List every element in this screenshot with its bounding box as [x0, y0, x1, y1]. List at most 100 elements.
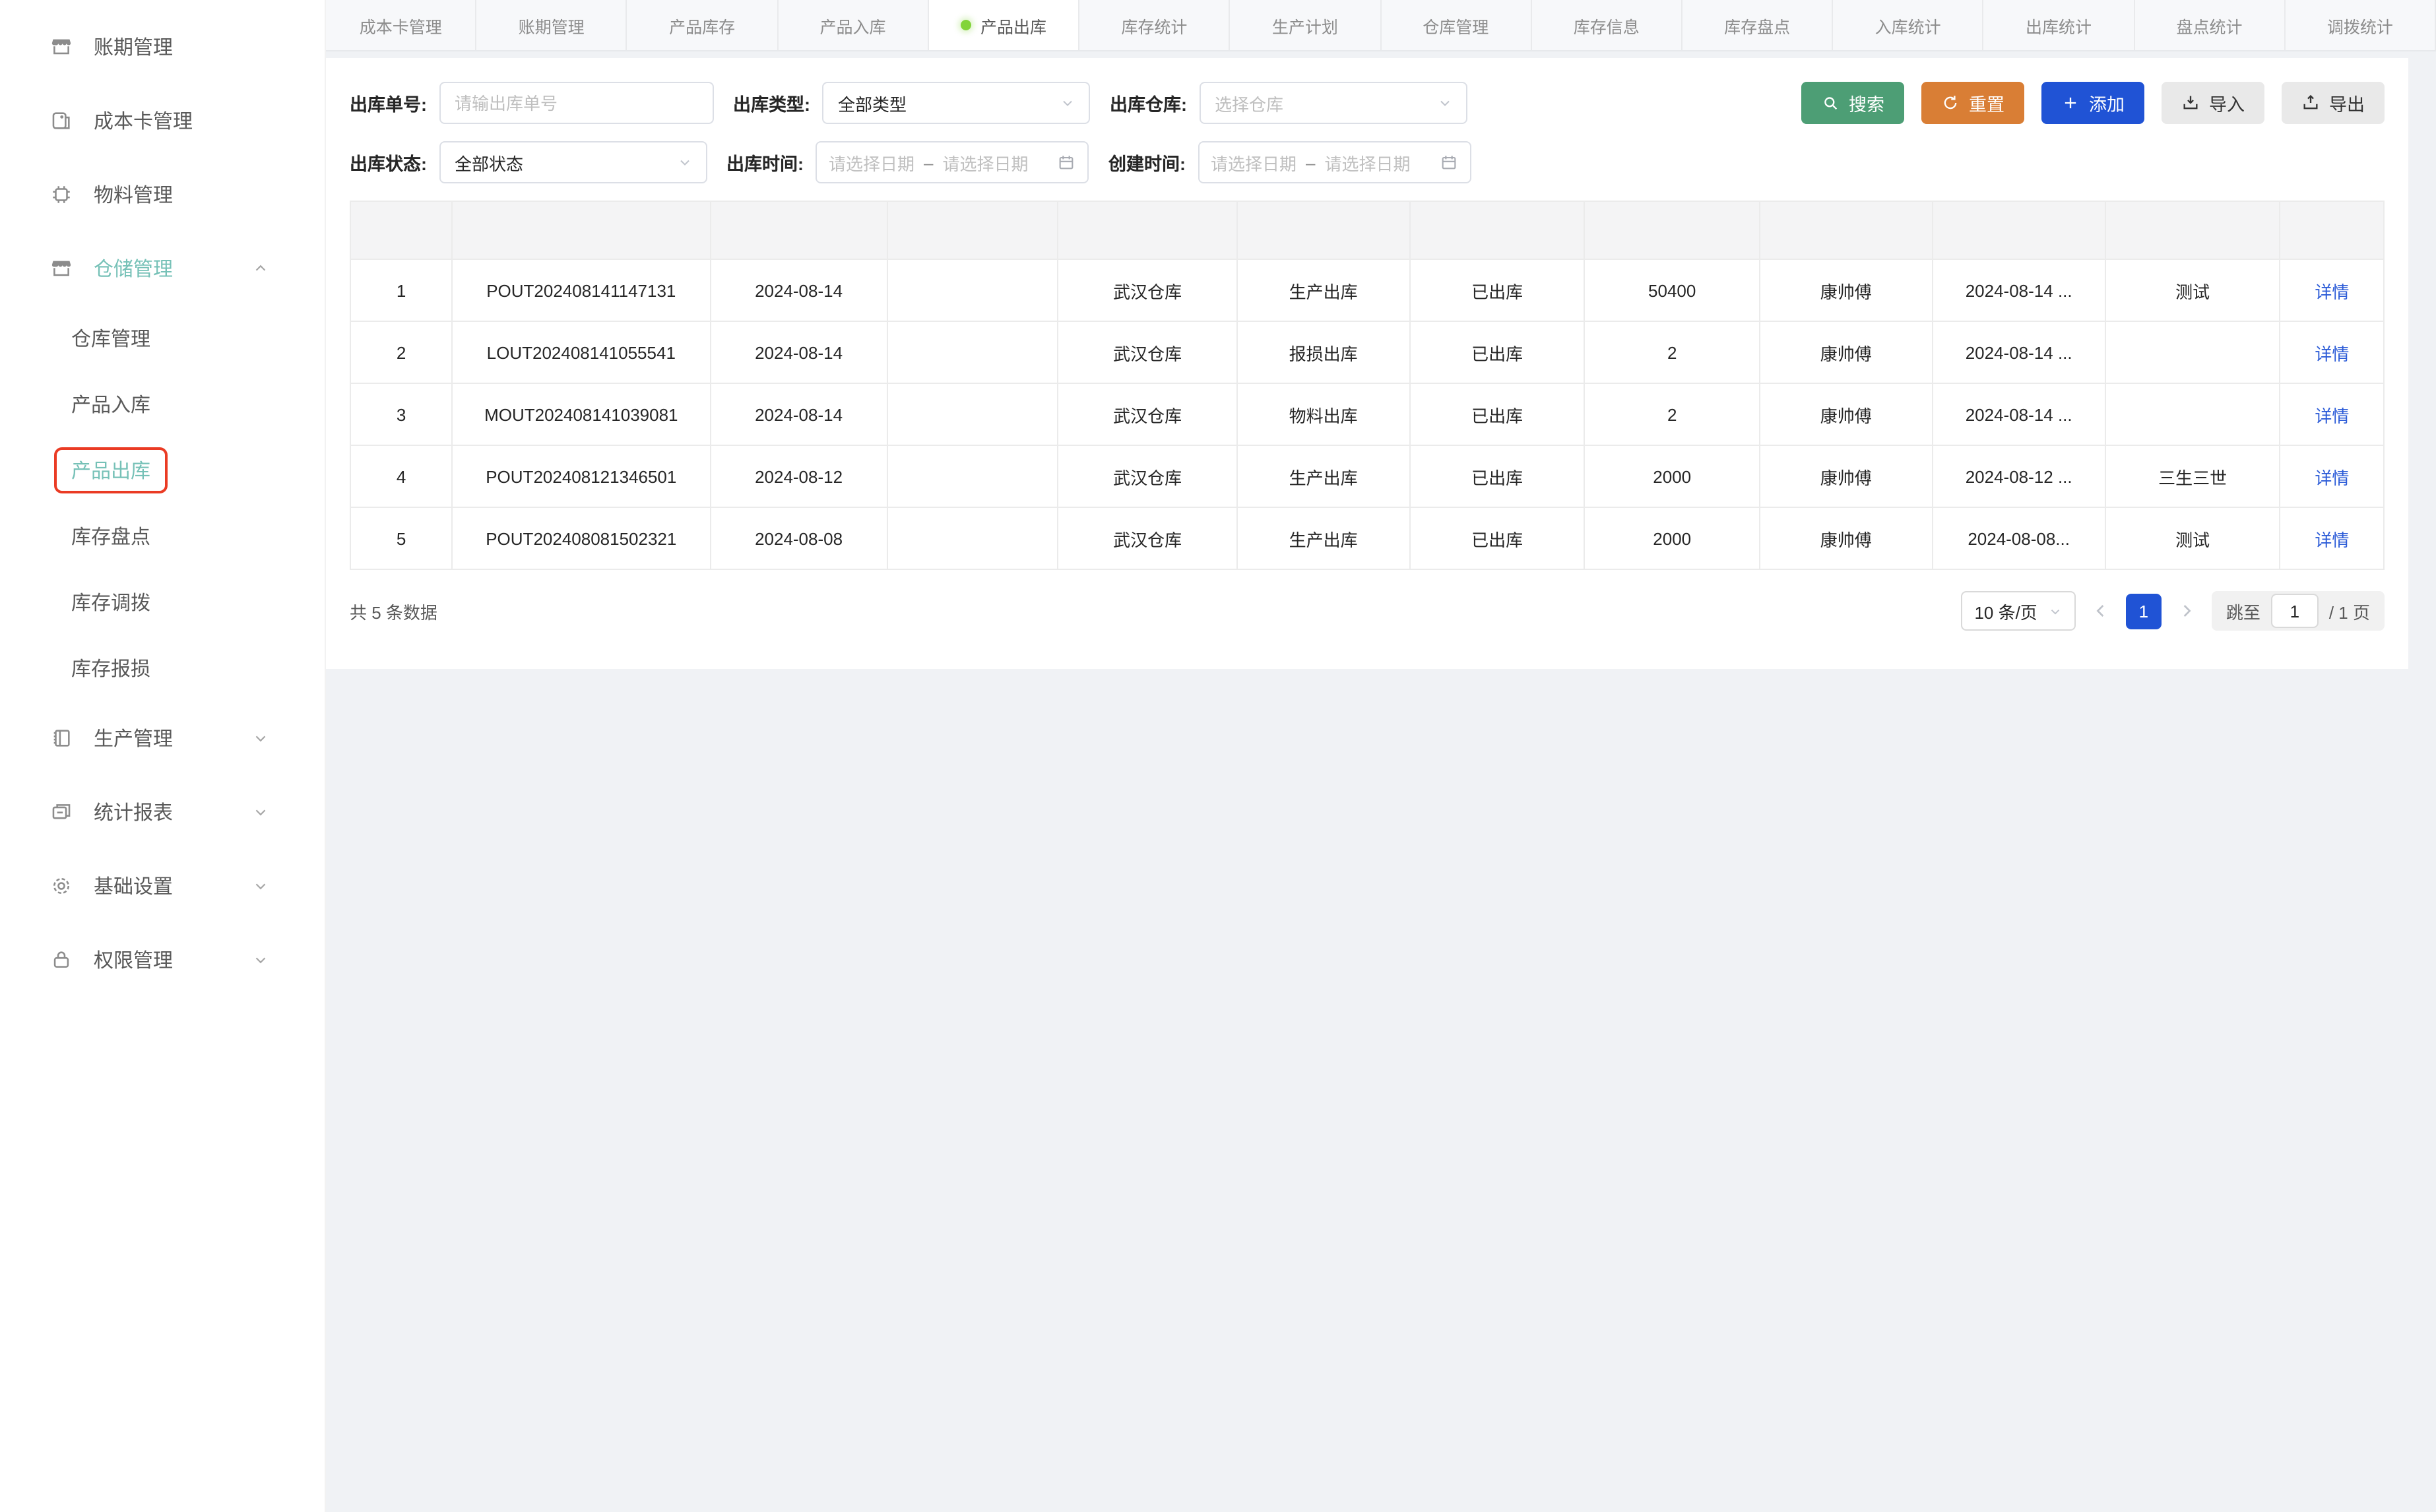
out-type-label: 出库类型:: [733, 90, 810, 116]
tab-stock-count[interactable]: 库存盘点: [1683, 0, 1833, 50]
sidebar-item-basic-settings[interactable]: 基础设置: [0, 848, 325, 922]
tab-inbound-stats[interactable]: 入库统计: [1833, 0, 1983, 50]
cell-out-type: 生产出库: [1237, 507, 1410, 569]
detail-link[interactable]: 详情: [2315, 468, 2349, 488]
range-separator: –: [924, 152, 933, 172]
column-header: [1058, 201, 1237, 259]
column-header: [1585, 201, 1760, 259]
tab-label: 产品出库: [980, 13, 1046, 38]
add-button[interactable]: 添加: [2041, 82, 2144, 124]
tab-label: 库存信息: [1574, 13, 1640, 38]
create-time-range-picker[interactable]: 请选择日期 – 请选择日期: [1198, 141, 1471, 183]
main-area: 成本卡管理 账期管理 产品库存 产品入库 产品出库 库存统计: [326, 0, 2436, 1512]
export-icon: [2301, 94, 2320, 112]
sidebar-item-billing-period[interactable]: 账期管理: [0, 9, 325, 83]
calendar-icon: [1439, 153, 1458, 172]
sidebar-item-stock-transfer[interactable]: 库存调拨: [0, 569, 325, 635]
cell-out-date: 2024-08-14: [711, 383, 887, 445]
column-header: [2280, 201, 2384, 259]
sidebar-menu: 账期管理 成本卡管理 物料管理 仓储管理 仓库管理: [0, 9, 325, 996]
out-type-select[interactable]: 全部类型: [822, 82, 1090, 124]
sidebar-item-label: 物料管理: [94, 180, 173, 208]
detail-link[interactable]: 详情: [2315, 282, 2349, 301]
sidebar-item-label: 生产管理: [94, 724, 173, 751]
page-size-select[interactable]: 10 条/页: [1961, 591, 2075, 631]
page-total-suffix: / 1 页: [2329, 598, 2370, 623]
warehouse-placeholder: 选择仓库: [1215, 90, 1436, 115]
total-count: 共 5 条数据: [350, 598, 437, 623]
current-page-button[interactable]: 1: [2126, 593, 2162, 629]
out-time-range-picker[interactable]: 请选择日期 – 请选择日期: [816, 141, 1089, 183]
tab-count-stats[interactable]: 盘点统计: [2134, 0, 2285, 50]
search-button[interactable]: 搜索: [1801, 82, 1904, 124]
sidebar-item-cost-card[interactable]: 成本卡管理: [0, 83, 325, 157]
end-date-placeholder: 请选择日期: [943, 150, 1029, 175]
sidebar-item-reports[interactable]: 统计报表: [0, 774, 325, 848]
cell-warehouse: 武汉仓库: [1058, 445, 1237, 507]
pagination: 10 条/页 1 跳至: [1961, 591, 2385, 631]
cell-supplier: [887, 445, 1058, 507]
tab-production-plan[interactable]: 生产计划: [1231, 0, 1381, 50]
import-button[interactable]: 导入: [2162, 82, 2264, 124]
sidebar-item-stock-loss[interactable]: 库存报损: [0, 635, 325, 701]
chevron-up-icon: [252, 259, 269, 276]
cell-qty: 2000: [1585, 507, 1760, 569]
tab-product-outbound[interactable]: 产品出库: [929, 0, 1079, 50]
table-row: 1 POUT202408141147131 2024-08-14 武汉仓库 生产…: [350, 259, 2384, 321]
tab-warehouse-mgmt[interactable]: 仓库管理: [1381, 0, 1531, 50]
sidebar-item-stock-count[interactable]: 库存盘点: [0, 503, 325, 569]
start-date-placeholder: 请选择日期: [829, 150, 914, 175]
jump-page-input[interactable]: [2271, 594, 2319, 628]
cell-status: 已出库: [1410, 507, 1585, 569]
sidebar-item-product-inbound[interactable]: 产品入库: [0, 371, 325, 437]
prev-page-button[interactable]: [2090, 600, 2111, 621]
filter-status: 出库状态: 全部状态: [350, 141, 707, 183]
tab-billing-period[interactable]: 账期管理: [476, 0, 627, 50]
outbound-table: 1 POUT202408141147131 2024-08-14 武汉仓库 生产…: [350, 201, 2385, 570]
sidebar-item-permissions[interactable]: 权限管理: [0, 922, 325, 996]
sidebar-item-materials[interactable]: 物料管理: [0, 157, 325, 231]
sidebar-item-label: 产品出库: [54, 447, 168, 493]
tab-stock-stats[interactable]: 库存统计: [1079, 0, 1230, 50]
tab-label: 库存盘点: [1724, 13, 1790, 38]
warehouse-select[interactable]: 选择仓库: [1199, 82, 1467, 124]
sidebar-item-label: 权限管理: [94, 945, 173, 973]
tab-stock-info[interactable]: 库存信息: [1532, 0, 1683, 50]
tab-label: 账期管理: [519, 13, 585, 38]
tab-label: 库存统计: [1121, 13, 1187, 38]
reset-button[interactable]: 重置: [1921, 82, 2024, 124]
refresh-icon: [1941, 94, 1960, 112]
column-header: [350, 201, 452, 259]
tab-cost-card[interactable]: 成本卡管理: [326, 0, 476, 50]
search-icon: [1821, 94, 1840, 112]
plus-icon: [2061, 94, 2080, 112]
detail-link[interactable]: 详情: [2315, 406, 2349, 425]
order-no-input[interactable]: [439, 82, 713, 124]
out-time-label: 出库时间:: [726, 149, 804, 175]
next-page-button[interactable]: [2176, 600, 2197, 621]
tab-product-stock[interactable]: 产品库存: [627, 0, 778, 50]
tab-outbound-stats[interactable]: 出库统计: [1984, 0, 2134, 50]
cell-order-no: POUT202408081502321: [452, 507, 710, 569]
status-label: 出库状态:: [350, 149, 427, 175]
tab-transfer-stats[interactable]: 调拨统计: [2286, 0, 2436, 50]
sidebar-item-warehouse-mgmt[interactable]: 仓储管理: [0, 231, 325, 305]
sidebar-item-production[interactable]: 生产管理: [0, 701, 325, 774]
content-area: 出库单号: 出库类型: 全部类型 出库仓库:: [326, 51, 2436, 1512]
sidebar-item-label: 仓储管理: [94, 254, 173, 282]
status-select[interactable]: 全部状态: [439, 141, 707, 183]
page-size-value: 10 条/页: [1974, 598, 2037, 623]
out-type-value: 全部类型: [838, 90, 1060, 115]
cell-index: 2: [350, 321, 452, 383]
sidebar-item-product-outbound[interactable]: 产品出库: [0, 437, 325, 503]
detail-link[interactable]: 详情: [2315, 530, 2349, 550]
cell-supplier: [887, 259, 1058, 321]
status-value: 全部状态: [455, 150, 676, 175]
cell-remark: [2105, 321, 2280, 383]
cell-out-date: 2024-08-14: [711, 321, 887, 383]
detail-link[interactable]: 详情: [2315, 344, 2349, 363]
cell-supplier: [887, 321, 1058, 383]
sidebar-item-warehouse[interactable]: 仓库管理: [0, 305, 325, 371]
tab-product-inbound[interactable]: 产品入库: [778, 0, 928, 50]
export-button[interactable]: 导出: [2282, 82, 2385, 124]
